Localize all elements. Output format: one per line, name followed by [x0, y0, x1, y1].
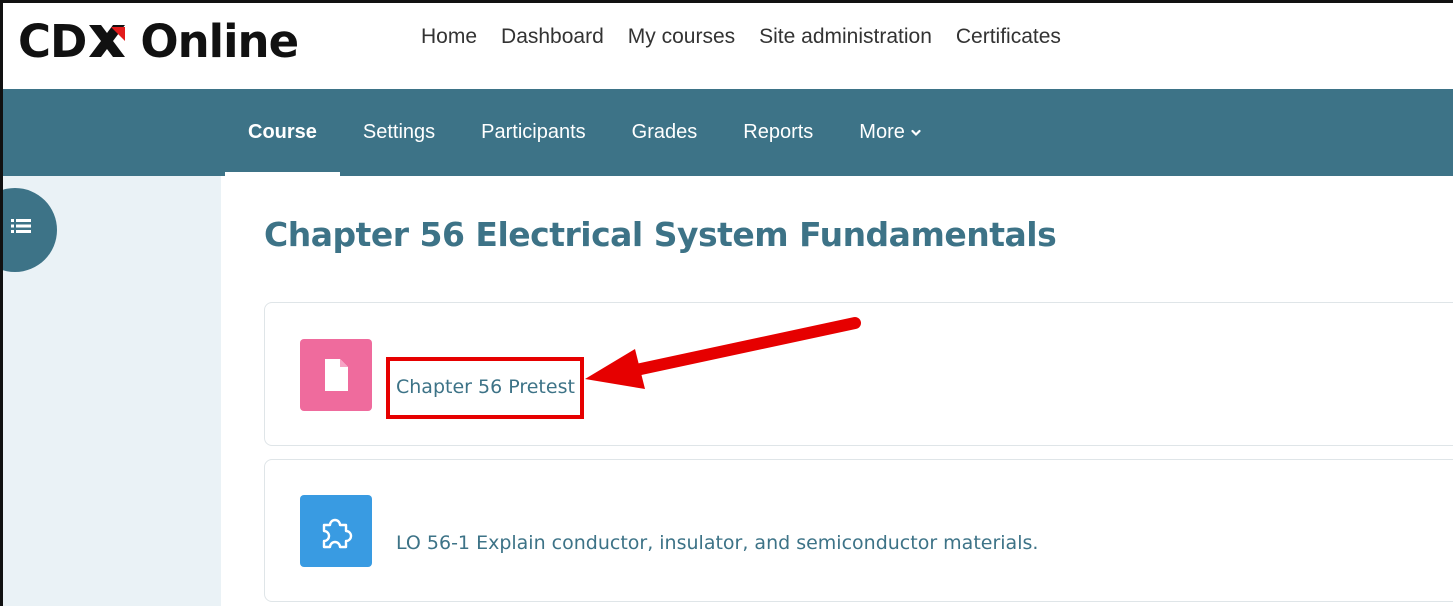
tab-reports[interactable]: Reports — [720, 89, 836, 176]
nav-my-courses-link[interactable]: My courses — [628, 25, 735, 49]
tab-more-dropdown[interactable]: More — [836, 89, 944, 176]
page-title: Chapter 56 Electrical System Fundamental… — [264, 215, 1057, 254]
nav-certificates-link[interactable]: Certificates — [956, 25, 1061, 49]
tab-course[interactable]: Course — [225, 89, 340, 176]
tab-settings-label: Settings — [362, 121, 436, 143]
activity-icon-box — [300, 495, 372, 567]
activity-link-lo-56-1[interactable]: LO 56-1 Explain conductor, insulator, an… — [396, 532, 1038, 554]
tab-grades-label: Grades — [631, 121, 698, 143]
red-arrow-annotation — [585, 317, 861, 389]
tab-participants[interactable]: Participants — [458, 89, 609, 176]
logo-x-mark-icon — [87, 21, 127, 61]
activity-card: LO 56-1 Explain conductor, insulator, an… — [264, 459, 1453, 602]
nav-site-administration-link[interactable]: Site administration — [759, 25, 932, 49]
course-secondary-navigation: Course Settings Participants Grades Repo… — [3, 89, 1453, 176]
screenshot-frame: CD Online Home Dashboard My courses Site… — [0, 0, 1453, 606]
cdx-online-logo[interactable]: CD Online — [18, 13, 299, 69]
tab-participants-label: Participants — [481, 121, 586, 143]
logo-text-cd: CD — [18, 14, 87, 68]
list-icon — [11, 219, 31, 233]
tab-settings[interactable]: Settings — [340, 89, 458, 176]
logo-text-online: Online — [140, 14, 299, 68]
nav-home-link[interactable]: Home — [421, 25, 477, 49]
activity-icon-box — [300, 339, 372, 411]
document-icon — [325, 359, 348, 391]
nav-dashboard-link[interactable]: Dashboard — [501, 25, 604, 49]
chevron-down-icon — [911, 129, 921, 136]
puzzle-piece-icon — [322, 518, 353, 549]
red-highlight-box — [386, 357, 584, 419]
primary-navigation: Home Dashboard My courses Site administr… — [421, 25, 1085, 49]
tab-reports-label: Reports — [743, 121, 814, 143]
tab-more-label: More — [859, 121, 905, 143]
tab-course-label: Course — [248, 121, 317, 143]
top-navbar: CD Online Home Dashboard My courses Site… — [3, 3, 1453, 89]
tab-grades[interactable]: Grades — [609, 89, 721, 176]
